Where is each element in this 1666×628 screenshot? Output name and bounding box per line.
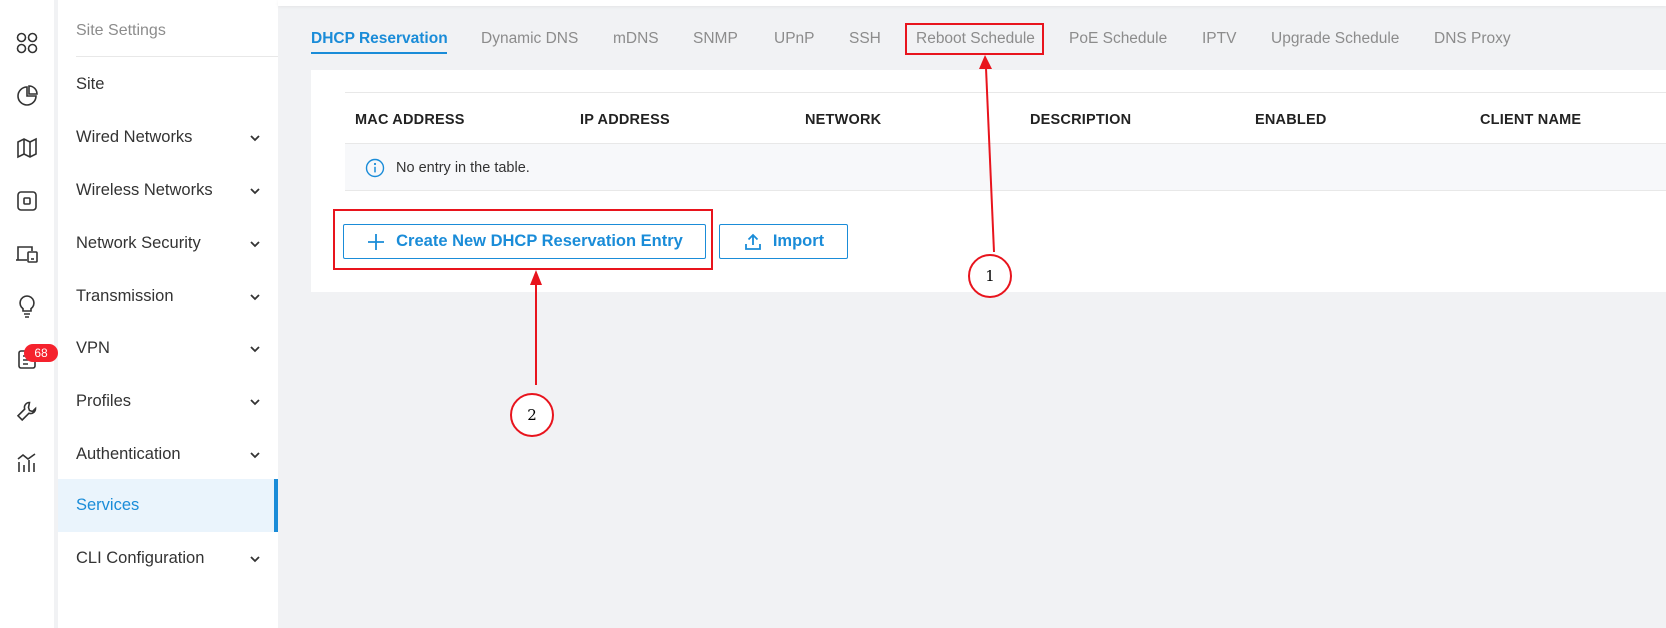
create-button-highlight — [333, 209, 713, 270]
tab-dynamic-dns[interactable]: Dynamic DNS — [481, 30, 578, 48]
sidebar-item-label: Transmission — [76, 287, 174, 305]
import-button[interactable]: Import — [719, 224, 848, 259]
sidebar-item-label: Wired Networks — [76, 128, 193, 146]
chevron-down-icon — [250, 134, 260, 141]
chevron-down-icon — [250, 398, 260, 405]
icon-rail: 68 — [0, 0, 58, 628]
tab-iptv[interactable]: IPTV — [1202, 30, 1236, 48]
sidebar-item-label: Wireless Networks — [76, 181, 213, 199]
sidebar-item-label: Profiles — [76, 392, 132, 410]
clients-icon[interactable] — [14, 241, 40, 267]
tab-upgrade-schedule[interactable]: Upgrade Schedule — [1271, 30, 1399, 48]
tab-upnp[interactable]: UPnP — [774, 30, 815, 48]
column-header[interactable]: ENABLED — [1255, 112, 1327, 128]
tools-icon[interactable] — [14, 398, 40, 424]
sidebar-title: Site Settings — [76, 22, 166, 39]
sidebar-item-transmission[interactable]: Transmission — [58, 270, 278, 323]
reports-icon[interactable] — [14, 450, 40, 476]
callout-2: 2 — [510, 393, 554, 437]
chevron-down-icon — [250, 451, 260, 458]
table-header: MAC ADDRESS IP ADDRESS NETWORK DESCRIPTI… — [345, 92, 1666, 144]
tab-mdns[interactable]: mDNS — [613, 30, 659, 48]
sidebar-item-wired-networks[interactable]: Wired Networks — [58, 111, 278, 164]
map-icon[interactable] — [14, 135, 40, 161]
upload-icon — [744, 233, 761, 250]
sidebar-item-label: Services — [76, 496, 140, 514]
tab-snmp[interactable]: SNMP — [693, 30, 738, 48]
statistics-icon[interactable] — [14, 83, 40, 109]
insights-icon[interactable] — [14, 293, 40, 319]
sidebar-item-wireless-networks[interactable]: Wireless Networks — [58, 164, 278, 217]
arrow-1-head — [979, 55, 992, 69]
column-header[interactable]: DESCRIPTION — [1030, 112, 1131, 128]
dashboard-icon[interactable] — [14, 30, 40, 56]
sidebar-item-cli-configuration[interactable]: CLI Configuration — [58, 532, 278, 585]
tab-ssh[interactable]: SSH — [849, 30, 881, 48]
reboot-schedule-highlight — [905, 23, 1044, 55]
sidebar-divider — [76, 56, 278, 57]
column-header[interactable]: IP ADDRESS — [580, 112, 670, 128]
sidebar-item-label: Site — [76, 75, 105, 93]
sidebar-item-network-security[interactable]: Network Security — [58, 217, 278, 270]
info-icon — [365, 158, 385, 178]
table-empty-row: No entry in the table. — [345, 144, 1666, 191]
sidebar-item-authentication[interactable]: Authentication — [58, 428, 278, 481]
tab-dns-proxy[interactable]: DNS Proxy — [1434, 30, 1511, 48]
sidebar-item-vpn[interactable]: VPN — [58, 322, 278, 375]
logs-badge: 68 — [24, 344, 58, 362]
sidebar-item-services[interactable]: Services — [58, 479, 278, 532]
sidebar-item-label: CLI Configuration — [76, 549, 205, 567]
column-header[interactable]: NETWORK — [805, 112, 881, 128]
sidebar-item-site[interactable]: Site — [58, 58, 278, 111]
devices-icon[interactable] — [14, 188, 40, 214]
import-button-label: Import — [772, 232, 825, 250]
sidebar-item-label: VPN — [76, 339, 110, 357]
empty-table-text: No entry in the table. — [396, 160, 530, 176]
chevron-down-icon — [250, 345, 260, 352]
sidebar-item-profiles[interactable]: Profiles — [58, 375, 278, 428]
chevron-down-icon — [250, 187, 260, 194]
tab-dhcp-reservation[interactable]: DHCP Reservation — [311, 30, 448, 48]
sidebar-item-label: Authentication — [76, 445, 181, 463]
chevron-down-icon — [250, 293, 260, 300]
tab-poe-schedule[interactable]: PoE Schedule — [1069, 30, 1167, 48]
column-header[interactable]: CLIENT NAME — [1480, 112, 1581, 128]
callout-1: 1 — [968, 254, 1012, 298]
settings-sidebar: Site Settings Site Wired Networks Wirele… — [58, 0, 278, 628]
chevron-down-icon — [250, 240, 260, 247]
active-tab-indicator — [311, 52, 447, 54]
chevron-down-icon — [250, 555, 260, 562]
top-bar — [278, 0, 1666, 6]
column-header[interactable]: MAC ADDRESS — [355, 112, 465, 128]
sidebar-item-label: Network Security — [76, 234, 201, 252]
